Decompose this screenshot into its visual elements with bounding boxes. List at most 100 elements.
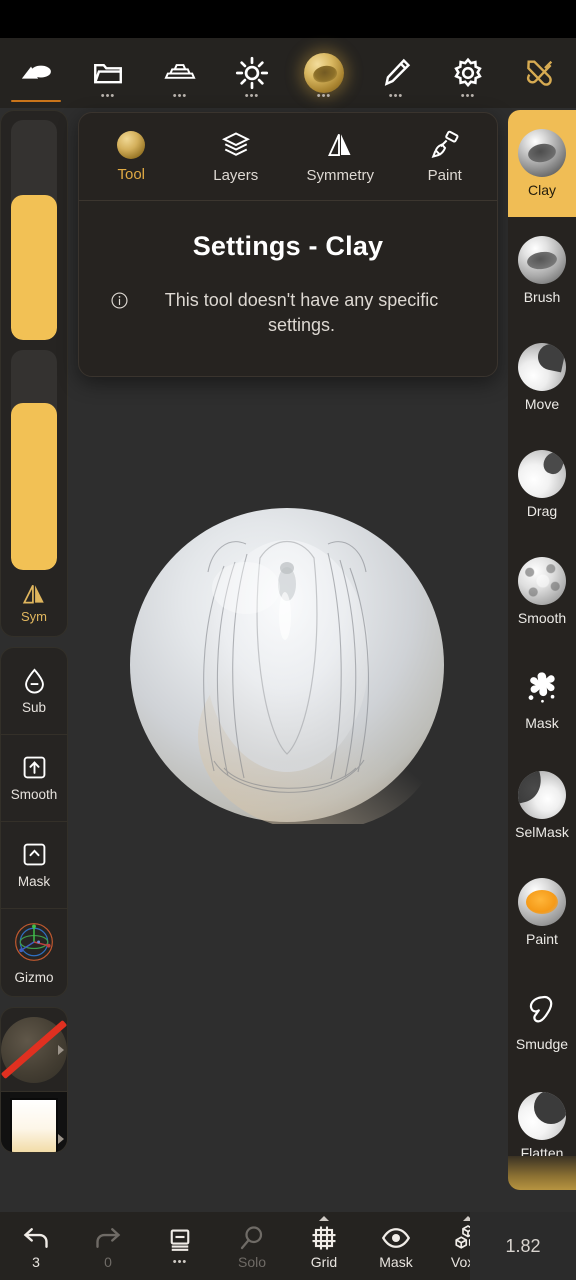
alpha-swatch[interactable] [1, 1008, 67, 1092]
panel-body: Settings - Clay This tool doesn't have a… [79, 201, 497, 376]
brush-label: Move [524, 396, 560, 412]
brush-item-drag[interactable]: Drag [508, 431, 576, 538]
tab-label: Tool [117, 165, 146, 183]
overflow-dots: ••• [244, 90, 260, 102]
sculpt-model[interactable] [128, 506, 446, 824]
smooth-square-icon [23, 756, 45, 779]
redo-button[interactable]: 0 [72, 1212, 144, 1280]
overflow-dots: ••• [172, 90, 188, 102]
topbar-item-brush[interactable]: ••• [360, 38, 432, 108]
flatten-brush-icon [518, 1092, 566, 1140]
swatch-group [0, 1007, 68, 1153]
topbar-item-material[interactable]: ••• [288, 38, 360, 108]
gear-icon [454, 57, 482, 88]
undo-icon [23, 1227, 48, 1248]
brush-label: Smudge [515, 1036, 569, 1052]
tab-symmetry[interactable]: Symmetry [288, 130, 393, 184]
tools-icon [526, 60, 553, 86]
intensity-slider[interactable] [11, 350, 57, 570]
color-chip [10, 1098, 58, 1152]
tab-layers[interactable]: Layers [184, 130, 289, 184]
topbar-item-sculpt[interactable] [0, 38, 72, 108]
brush-item-clay[interactable]: Clay [508, 110, 576, 217]
solo-icon [240, 1225, 263, 1249]
top-toolbar[interactable]: ••• ••• ••• ••• ••• ••• [0, 38, 576, 108]
caret-up-icon [319, 1216, 329, 1221]
symmetry-icon [328, 133, 351, 156]
brush-label: Drag [526, 503, 558, 519]
brush-label: Brush [523, 289, 561, 305]
sidebar-item-label: Mask [17, 874, 51, 889]
panel-title: Settings - Clay [192, 231, 384, 261]
tool-sphere-icon [117, 130, 146, 159]
slider-group: Sym [0, 110, 68, 637]
topbar-item-topology[interactable]: ••• [144, 38, 216, 108]
topbar-item-files[interactable]: ••• [72, 38, 144, 108]
brush-item-smudge[interactable]: Smudge [508, 966, 576, 1073]
overflow-dots: ••• [316, 90, 332, 102]
redo-count: 0 [104, 1253, 112, 1270]
panel-tab-bar[interactable]: Tool Layers Symmetry Paint [79, 113, 497, 201]
lighting-icon [235, 56, 269, 90]
sidebar-item-label: Sub [21, 700, 47, 715]
mask-square-icon [23, 843, 45, 866]
move-brush-icon [518, 343, 566, 391]
sidebar-item-label: Smooth [10, 787, 58, 802]
undo-count: 3 [32, 1253, 40, 1270]
grid-button[interactable]: Grid [288, 1212, 360, 1280]
overflow-dots: ••• [100, 90, 116, 102]
topbar-item-lighting[interactable]: ••• [216, 38, 288, 108]
symmetry-label: Sym [21, 609, 47, 624]
topbar-item-tools[interactable] [504, 38, 576, 108]
radius-slider[interactable] [11, 120, 57, 340]
sidebar-item-gizmo[interactable]: Gizmo [1, 909, 67, 996]
brush-item-selmask[interactable]: SelMask [508, 752, 576, 859]
brush-label: Mask [525, 715, 559, 731]
app-root: ••• ••• ••• ••• ••• ••• Sym Sub Smooth M… [0, 0, 576, 1280]
folder-icon [94, 64, 122, 84]
active-underline [11, 100, 61, 102]
sidebar-item-label: Gizmo [14, 970, 54, 985]
symmetry-toggle[interactable]: Sym [1, 580, 67, 632]
scene-list-button[interactable]: ••• [144, 1212, 216, 1280]
layers-list-icon [170, 1229, 190, 1251]
brush-item-brush[interactable]: Brush [508, 217, 576, 324]
subtract-drop-icon [24, 668, 44, 694]
eye-icon [381, 1227, 411, 1248]
sidebar-item-mask[interactable]: Mask [1, 822, 67, 909]
panel-note-text: This tool doesn't have any specific sett… [164, 290, 439, 335]
chevron-right-icon [58, 1134, 64, 1144]
brush-sidebar[interactable]: Clay Brush Move Drag Smooth Mask SelMask… [508, 110, 576, 1190]
brush-item-move[interactable]: Move [508, 324, 576, 431]
mask-visibility-button[interactable]: Mask [360, 1212, 432, 1280]
bottom-toolbar[interactable]: 3 0 ••• Solo Grid Mask Voxel 1.82 [0, 1212, 576, 1280]
settings-panel[interactable]: Tool Layers Symmetry Paint Settings - Cl… [78, 112, 498, 377]
brush-item-paint[interactable]: Paint [508, 859, 576, 966]
brush-label: SelMask [515, 824, 569, 840]
overflow-dots: ••• [460, 90, 476, 102]
left-sidebar[interactable]: Sym Sub Smooth Mask Gizmo [0, 110, 68, 1163]
tab-paint[interactable]: Paint [393, 130, 498, 184]
material-sphere-icon [304, 53, 344, 93]
sidebar-item-smooth[interactable]: Smooth [1, 735, 67, 822]
color-swatch[interactable] [1, 1092, 67, 1152]
tab-tool[interactable]: Tool [79, 130, 184, 183]
brush-icon [384, 58, 411, 86]
solo-button[interactable]: Solo [216, 1212, 288, 1280]
layers-icon [221, 131, 250, 156]
undo-button[interactable]: 3 [0, 1212, 72, 1280]
grid-icon [312, 1226, 336, 1249]
brush-list-overflow[interactable] [508, 1156, 576, 1190]
brush-item-mask[interactable]: Mask [508, 645, 576, 752]
grid-label: Grid [310, 1253, 338, 1270]
sidebar-item-sub[interactable]: Sub [1, 648, 67, 735]
paint-brush-icon [518, 878, 566, 926]
panel-note: This tool doesn't have any specific sett… [107, 288, 469, 338]
topbar-item-settings[interactable]: ••• [432, 38, 504, 108]
smudge-icon [529, 995, 553, 1023]
brush-item-smooth[interactable]: Smooth [508, 538, 576, 645]
version-label: 1.82 [470, 1212, 576, 1280]
status-bar [0, 0, 576, 38]
solo-label: Solo [237, 1253, 267, 1270]
tab-label: Symmetry [306, 166, 375, 184]
